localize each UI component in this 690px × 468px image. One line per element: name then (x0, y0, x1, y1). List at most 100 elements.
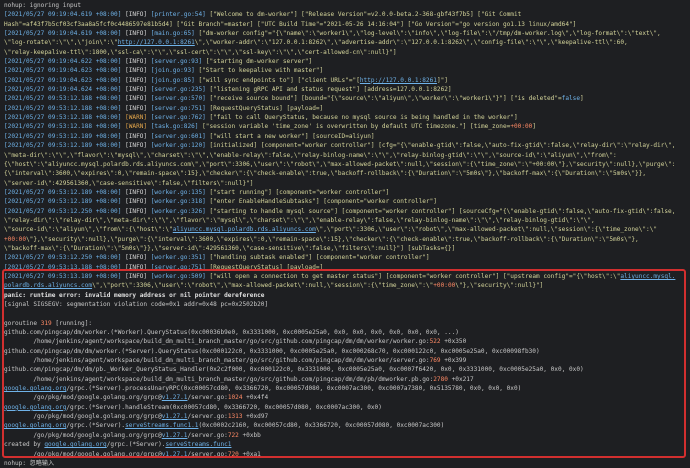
log-segment-str: \"},\"security\":null}"] (455, 282, 543, 289)
log-segment-info: [INFO] (121, 95, 150, 102)
log-segment-file: [printer.go:54] (151, 11, 206, 18)
log-segment-file: [server.go:235] (151, 86, 206, 93)
log-line: +00:00\"},\"security\":null},\"purge\":{… (4, 235, 690, 244)
log-segment-plain: /go/pkg/mod/google.golang.org/grpc@ (4, 394, 162, 401)
log-segment-str: ["listening gRPC API and status request"… (206, 86, 452, 93)
log-segment-file: [server.go:93] (151, 58, 202, 65)
log-segment-plain: /go/pkg/mod/google.golang.org/grpc@ (4, 413, 162, 420)
log-line: [2021/05/27 09:19:04.619 +08:00] [INFO] … (4, 29, 690, 38)
log-segment-str: \",\"port\":3306,\"user\":\"robot\",\"ma… (92, 282, 433, 289)
log-segment-str: ["session variable 'time_zone' is overwr… (198, 123, 510, 130)
log-line: \"relay-dir\":\"relay-dir\",\"meta-dir\"… (4, 216, 690, 225)
log-line: google.golang.org/grpc.(*Server).serveSt… (4, 421, 690, 430)
log-segment-date: [2021/05/27 09:53:12.189 +08:00] (4, 133, 121, 140)
log-line: \"meta-dir\":\"\",\"flavor\":\"mysql\",\… (4, 151, 690, 160)
log-segment-str: ["receive source bound"] [bound="{\"sour… (206, 95, 562, 102)
log-segment-str: ["Welcome to dm-worker"] ["Release Versi… (206, 11, 522, 18)
log-segment-plain: +0xbb (239, 432, 261, 439)
log-line: [2021/05/27 09:53:12.250 +08:00] [INFO] … (4, 207, 690, 216)
log-segment-file: [worker.go:135] (151, 189, 206, 196)
log-segment-link[interactable]: google.golang.org (4, 404, 66, 411)
log-line: [2021/05/27 09:19:04.623 +08:00] [INFO] … (4, 66, 690, 75)
log-segment-file: [join.go:85] (151, 77, 195, 84)
log-segment-num: +00:00 (433, 282, 455, 289)
log-segment-err: panic: runtime error: invalid memory add… (4, 292, 264, 299)
log-segment-str: \"server-id\":429561360,\"case-sensitive… (4, 180, 253, 187)
log-segment-kw: false (562, 95, 580, 102)
log-segment-plain: /home/jenkins/agent/workspace/build_dm_m… (4, 338, 430, 345)
log-segment-num: +00:00 (4, 236, 26, 243)
log-segment-plain: +0x217 (448, 376, 474, 383)
log-segment-link[interactable]: serveStreams.func1.1 (125, 422, 198, 429)
log-line: [2021/05/27 09:19:04.623 +08:00] [INFO] … (4, 76, 690, 85)
log-segment-str: ["will sync endpoints to"] ["client URLs… (195, 77, 360, 84)
log-segment-plain: github.com/pingcap/dm/dm/pb._Worker_Quer… (4, 366, 584, 373)
log-segment-num: 1024 (228, 394, 243, 401)
log-segment-file: [worker.go:351] (151, 254, 206, 261)
log-segment-link[interactable]: v1.27.1 (162, 413, 188, 420)
log-segment-link[interactable]: v1.27.1 (162, 432, 188, 439)
log-segment-link[interactable]: aliyuncc.mysql.polardb.rds.aliyuncs.com (173, 226, 316, 233)
log-segment-date: [2021/05/27 09:53:12.188 +08:00] (4, 114, 121, 121)
log-segment-str: ["Start to keepalive with master"] (195, 67, 323, 74)
log-line: goroutine 319 [running]: (4, 319, 690, 328)
log-segment-link[interactable]: http://127.0.0.1:8261 (360, 77, 437, 84)
log-segment-link[interactable]: google.golang.org (44, 441, 106, 448)
log-segment-str: ] (580, 95, 584, 102)
log-line: created by google.golang.org/grpc.(*Serv… (4, 440, 690, 449)
log-segment-plain: /server.go: (187, 413, 227, 420)
log-segment-str: [initialized] [component="worker control… (206, 142, 676, 149)
log-segment-plain: /home/jenkins/agent/workspace/build_dm_m… (4, 376, 433, 383)
log-segment-plain: +0x399 (441, 357, 467, 364)
log-segment-link[interactable]: polardb.rds.aliyuncs.com (4, 282, 92, 289)
log-segment-file: [join.go:93] (151, 67, 195, 74)
log-line: polardb.rds.aliyuncs.com\",\"port\":3306… (4, 281, 690, 290)
log-segment-str: ["starting to handle mysql source"] [com… (206, 208, 676, 215)
log-segment-link[interactable]: serveStreams.func1 (165, 441, 231, 448)
log-segment-file: [server.go:751] (151, 105, 206, 112)
log-segment-num: 319 (41, 320, 52, 327)
log-line: [2021/05/27 09:53:12.188 +08:00] [WARN] … (4, 122, 690, 131)
log-segment-info: [INFO] (121, 11, 150, 18)
log-line: /go/pkg/mod/google.golang.org/grpc@v1.27… (4, 412, 690, 421)
log-line: {\"interval\":3600,\"expires\":0,\"remai… (4, 169, 690, 178)
terminal-output[interactable]: nohup: ignoring input [2021/05/27 09:19:0… (0, 0, 690, 461)
log-segment-link[interactable]: v1.27.1 (162, 394, 188, 401)
log-segment-plain: /grpc.(*Server).handleStream(0xc00057cd8… (66, 404, 382, 411)
log-segment-warn: [WARN] (121, 114, 150, 121)
log-segment-str: \"log-rotate\":\"\",\"join\":\" (4, 39, 118, 46)
log-segment-file: [worker.go:318] (151, 198, 206, 205)
log-segment-num: 769 (430, 357, 441, 364)
log-line: \"source-id\":\"aliyun\",\"from\":{\"hos… (4, 225, 690, 234)
log-segment-str: Hash"=af43f7b5cf03cf3aa8a5fcf0c4486597e8… (4, 21, 576, 28)
log-line: /go/pkg/mod/google.golang.org/grpc@v1.27… (4, 431, 690, 440)
log-segment-plain: /grpc.(*Server). (66, 422, 125, 429)
log-segment-plain: /server.go: (187, 432, 227, 439)
log-segment-info: [INFO] (121, 133, 150, 140)
log-segment-str: \"relay-keepalive-ttl\":1800,\"ssl-ca\":… (4, 49, 397, 56)
log-segment-str: \",\"port\":3306,\"user\":\"robot\",\"ma… (316, 226, 657, 233)
log-segment-info: [INFO] (121, 264, 150, 271)
log-line: github.com/pingcap/dm/dm/pb._Worker_Quer… (4, 365, 690, 374)
log-segment-link[interactable]: http://127.0.0.1:8261 (118, 39, 195, 46)
log-line: nohup: ignoring input (4, 1, 690, 10)
log-segment-link[interactable]: google.golang.org (4, 422, 66, 429)
log-segment-str: \"source-id\":\"aliyun\",\"from\":{\"hos… (4, 226, 173, 233)
log-line: [2021/05/27 09:19:04.622 +08:00] [INFO] … (4, 57, 690, 66)
log-segment-plain: /server.go: (187, 451, 227, 458)
log-line: panic: runtime error: invalid memory add… (4, 291, 690, 300)
log-segment-file: [server.go:601] (151, 133, 206, 140)
log-segment-info: [INFO] (121, 142, 150, 149)
log-segment-str: \"meta-dir\":\"\",\"flavor\":\"mysql\",\… (4, 152, 617, 159)
log-segment-file: [server.go:570] (151, 95, 206, 102)
log-segment-str: ["handling subtask enabled"] [component=… (206, 254, 430, 261)
log-segment-plain: [signal SIGSEGV: segmentation violation … (4, 301, 268, 308)
log-line: [2021/05/27 09:19:04.624 +08:00] [INFO] … (4, 85, 690, 94)
log-segment-str: \",\"worker-addr\":\"127.0.0.1:8262\",\"… (195, 39, 628, 46)
log-segment-plain: created by (4, 441, 44, 448)
log-line: [2021/05/27 09:53:12.188 +08:00] [WARN] … (4, 113, 690, 122)
log-segment-link[interactable]: v1.27.1 (162, 451, 188, 458)
log-segment-link[interactable]: google.golang.org (4, 385, 66, 392)
log-line: nohup: 忽略输入 (4, 459, 690, 468)
log-segment-link[interactable]: aliyuncc.mysql. (620, 273, 675, 280)
